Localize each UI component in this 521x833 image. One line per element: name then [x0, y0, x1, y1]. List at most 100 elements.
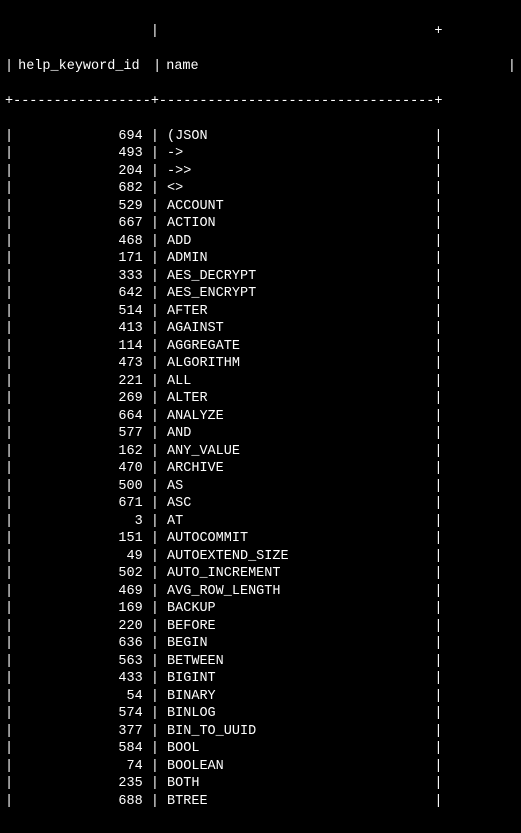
cell-name: AVG_ROW_LENGTH	[159, 583, 434, 601]
header-col-id: help_keyword_id	[13, 58, 153, 76]
table-row: | 577 | AND |	[5, 425, 516, 443]
table-border-top: | +	[5, 23, 516, 41]
cell-id: 667	[13, 215, 151, 233]
cell-id: 563	[13, 653, 151, 671]
cell-id: 204	[13, 163, 151, 181]
cell-name: BTREE	[159, 793, 434, 811]
cell-name: ->	[159, 145, 434, 163]
cell-id: 671	[13, 495, 151, 513]
cell-name: ACTION	[159, 215, 434, 233]
cell-name: ADMIN	[159, 250, 434, 268]
cell-id: 377	[13, 723, 151, 741]
cell-name: BINLOG	[159, 705, 434, 723]
cell-id: 682	[13, 180, 151, 198]
cell-name: AES_ENCRYPT	[159, 285, 434, 303]
table-row: | 469 | AVG_ROW_LENGTH |	[5, 583, 516, 601]
cell-id: 151	[13, 530, 151, 548]
table-row: | 529 | ACCOUNT |	[5, 198, 516, 216]
table-row: | 563 | BETWEEN |	[5, 653, 516, 671]
cell-id: 584	[13, 740, 151, 758]
cell-name: ACCOUNT	[159, 198, 434, 216]
cell-id: 502	[13, 565, 151, 583]
table-row: | 473 | ALGORITHM |	[5, 355, 516, 373]
cell-name: BEFORE	[159, 618, 434, 636]
cell-name: AT	[159, 513, 434, 531]
table-row: | 468 | ADD |	[5, 233, 516, 251]
table-row: | 171 | ADMIN |	[5, 250, 516, 268]
table-row: | 204 | ->> |	[5, 163, 516, 181]
cell-id: 220	[13, 618, 151, 636]
cell-name: AGAINST	[159, 320, 434, 338]
cell-name: BACKUP	[159, 600, 434, 618]
cell-id: 162	[13, 443, 151, 461]
table-row: | 269 | ALTER |	[5, 390, 516, 408]
table-row: | 500 | AS |	[5, 478, 516, 496]
cell-id: 235	[13, 775, 151, 793]
table-row: | 169 | BACKUP |	[5, 600, 516, 618]
cell-name: <>	[159, 180, 434, 198]
cell-name: BIGINT	[159, 670, 434, 688]
cell-id: 3	[13, 513, 151, 531]
table-row: | 514 | AFTER |	[5, 303, 516, 321]
table-row: | 671 | ASC |	[5, 495, 516, 513]
cell-name: (JSON	[159, 128, 434, 146]
cell-id: 171	[13, 250, 151, 268]
table-row: | 574 | BINLOG |	[5, 705, 516, 723]
cell-id: 269	[13, 390, 151, 408]
table-row: | 333 | AES_DECRYPT |	[5, 268, 516, 286]
cell-id: 642	[13, 285, 151, 303]
table-row: | 49 | AUTOEXTEND_SIZE |	[5, 548, 516, 566]
cell-name: BEGIN	[159, 635, 434, 653]
table-row: | 114 | AGGREGATE |	[5, 338, 516, 356]
cell-name: AND	[159, 425, 434, 443]
table-row: | 642 | AES_ENCRYPT |	[5, 285, 516, 303]
cell-name: ASC	[159, 495, 434, 513]
table-row: | 664 | ANALYZE |	[5, 408, 516, 426]
table-row: | 74 | BOOLEAN |	[5, 758, 516, 776]
cell-name: ANY_VALUE	[159, 443, 434, 461]
table-row: | 377 | BIN_TO_UUID |	[5, 723, 516, 741]
table-row: | 636 | BEGIN |	[5, 635, 516, 653]
cell-id: 54	[13, 688, 151, 706]
table-row: | 54 | BINARY |	[5, 688, 516, 706]
table-row: | 667 | ACTION |	[5, 215, 516, 233]
cell-id: 688	[13, 793, 151, 811]
cell-id: 636	[13, 635, 151, 653]
table-row: | 470 | ARCHIVE |	[5, 460, 516, 478]
cell-name: ANALYZE	[159, 408, 434, 426]
cell-name: AFTER	[159, 303, 434, 321]
cell-name: BOTH	[159, 775, 434, 793]
cell-name: AES_DECRYPT	[159, 268, 434, 286]
cell-id: 413	[13, 320, 151, 338]
cell-id: 500	[13, 478, 151, 496]
cell-id: 574	[13, 705, 151, 723]
cell-name: BINARY	[159, 688, 434, 706]
cell-name: BETWEEN	[159, 653, 434, 671]
cell-id: 49	[13, 548, 151, 566]
table-row: | 502 | AUTO_INCREMENT |	[5, 565, 516, 583]
cell-id: 493	[13, 145, 151, 163]
cell-name: AGGREGATE	[159, 338, 434, 356]
cell-id: 74	[13, 758, 151, 776]
cell-name: AUTOCOMMIT	[159, 530, 434, 548]
table-row: | 584 | BOOL |	[5, 740, 516, 758]
table-row: | 3 | AT |	[5, 513, 516, 531]
cell-id: 221	[13, 373, 151, 391]
cell-name: ALGORITHM	[159, 355, 434, 373]
cell-id: 468	[13, 233, 151, 251]
cell-name: BIN_TO_UUID	[159, 723, 434, 741]
table-border-header: +-----------------+---------------------…	[5, 93, 516, 111]
cell-id: 169	[13, 600, 151, 618]
cell-name: AS	[159, 478, 434, 496]
cell-name: BOOL	[159, 740, 434, 758]
cell-name: BOOLEAN	[159, 758, 434, 776]
table-row: | 413 | AGAINST |	[5, 320, 516, 338]
cell-id: 664	[13, 408, 151, 426]
table-row: | 220 | BEFORE |	[5, 618, 516, 636]
cell-id: 333	[13, 268, 151, 286]
cell-id: 529	[13, 198, 151, 216]
cell-name: ->>	[159, 163, 434, 181]
table-row: | 221 | ALL |	[5, 373, 516, 391]
table-row: | 694 | (JSON |	[5, 128, 516, 146]
cell-name: ARCHIVE	[159, 460, 434, 478]
